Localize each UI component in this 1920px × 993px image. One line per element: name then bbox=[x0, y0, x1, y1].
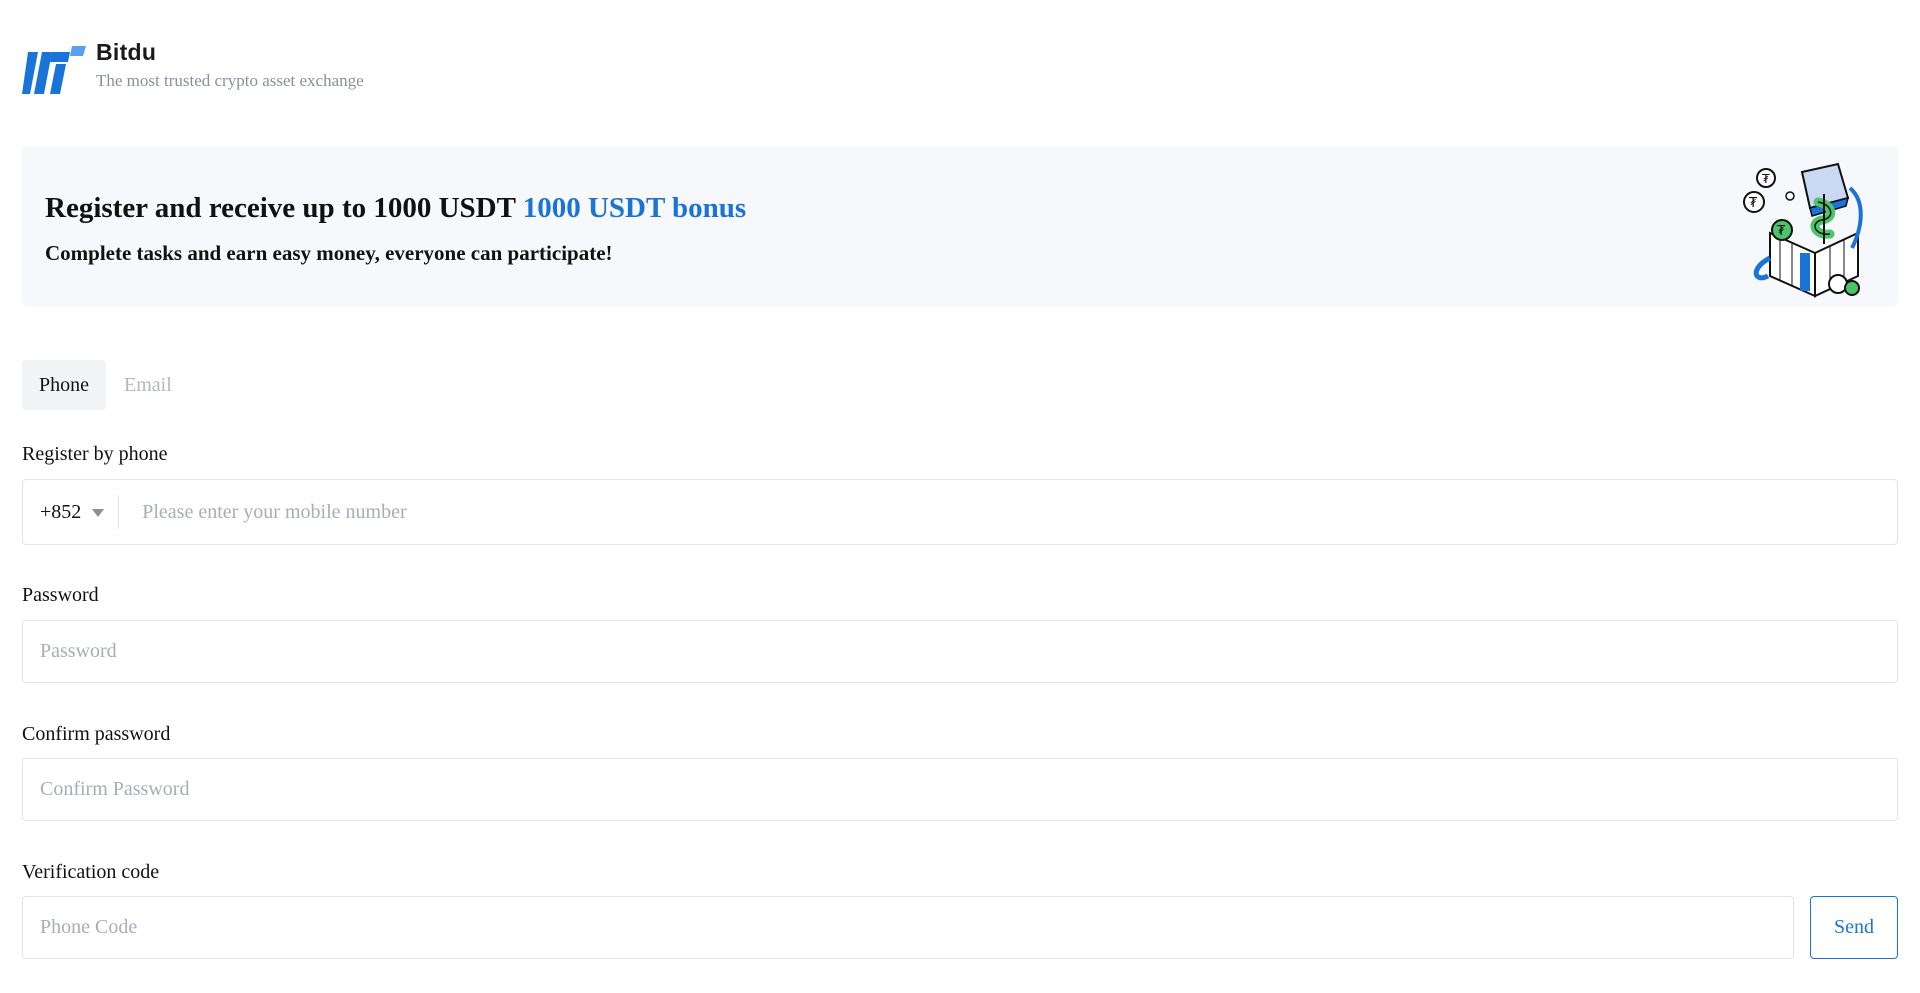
register-method-tabs: Phone Email bbox=[22, 360, 189, 410]
banner-subtitle: Complete tasks and earn easy money, ever… bbox=[45, 241, 613, 265]
svg-text:₮: ₮ bbox=[1762, 172, 1770, 186]
svg-text:₮: ₮ bbox=[1777, 224, 1786, 239]
confirm-password-input[interactable] bbox=[23, 759, 1897, 820]
tab-email[interactable]: Email bbox=[106, 360, 189, 410]
brand: Bitdu The most trusted crypto asset exch… bbox=[96, 38, 364, 91]
banner-title-accent: 1000 USDT bonus bbox=[522, 192, 747, 224]
send-code-button[interactable]: Send bbox=[1810, 896, 1898, 959]
country-code-value: +852 bbox=[40, 500, 82, 523]
phone-field: +852 bbox=[22, 479, 1898, 545]
tab-phone[interactable]: Phone bbox=[22, 360, 106, 410]
confirm-password-field bbox=[22, 758, 1898, 821]
banner-title: Register and receive up to 1000 USDT 100… bbox=[45, 190, 746, 226]
bitdu-logo[interactable] bbox=[22, 42, 86, 96]
verification-code-input[interactable] bbox=[23, 897, 1793, 958]
password-label: Password bbox=[22, 584, 99, 606]
promo-banner: Register and receive up to 1000 USDT 100… bbox=[22, 146, 1898, 307]
verification-code-field bbox=[22, 896, 1794, 959]
phone-label: Register by phone bbox=[22, 443, 168, 465]
register-page: Bitdu The most trusted crypto asset exch… bbox=[0, 0, 1920, 993]
password-input[interactable] bbox=[23, 621, 1897, 682]
password-field bbox=[22, 620, 1898, 683]
country-code-select[interactable]: +852 bbox=[23, 480, 118, 544]
verification-code-label: Verification code bbox=[22, 861, 160, 883]
svg-text:₮: ₮ bbox=[1749, 196, 1758, 211]
banner-title-main: Register and receive up to 1000 USDT bbox=[45, 192, 516, 224]
caret-down-icon bbox=[92, 509, 105, 517]
brand-name: Bitdu bbox=[96, 39, 157, 65]
confirm-password-label: Confirm password bbox=[22, 723, 171, 745]
header: Bitdu The most trusted crypto asset exch… bbox=[22, 38, 364, 98]
gift-box-dollar-icon: ₮ ₮ ₮ bbox=[1743, 162, 1863, 298]
brand-tagline: The most trusted crypto asset exchange bbox=[96, 71, 364, 90]
phone-input[interactable] bbox=[119, 480, 1897, 544]
